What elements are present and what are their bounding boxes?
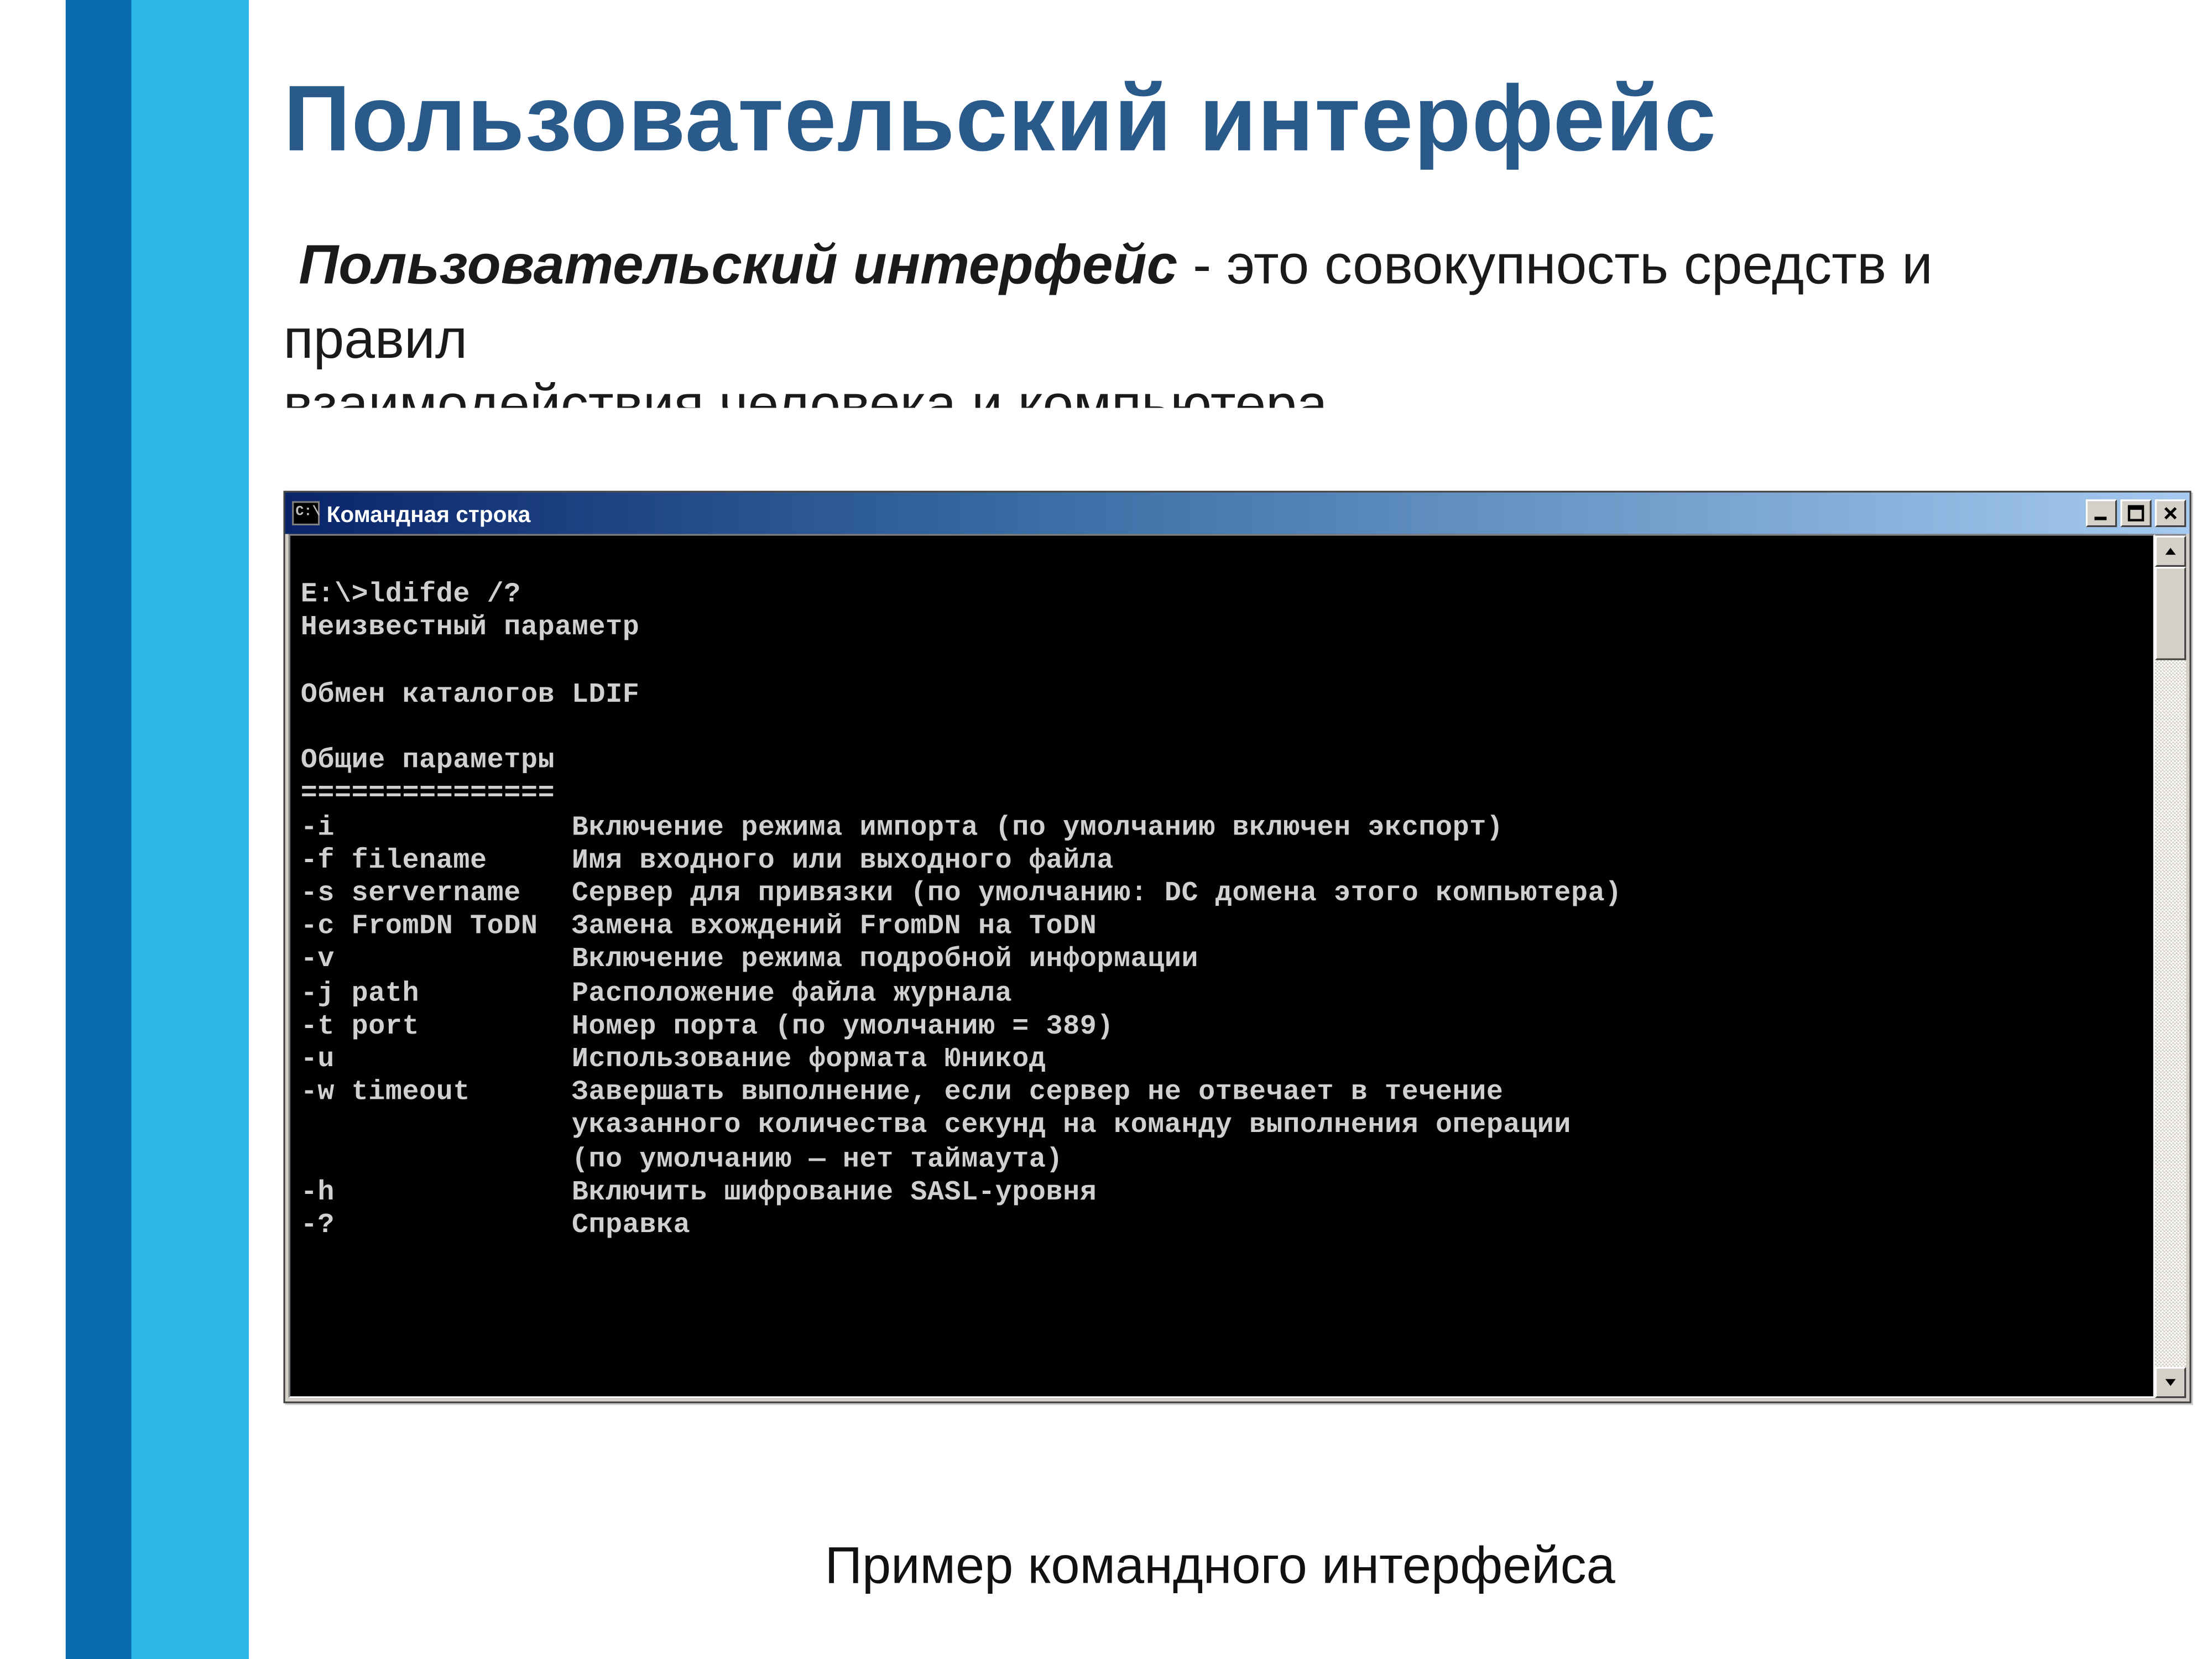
slide-content: Пользовательский интерфейс Пользовательс… [284, 0, 2157, 1659]
cmd-scrollbar[interactable] [2155, 534, 2186, 1399]
accent-bar-light [132, 0, 249, 1659]
chevron-down-icon [2164, 1376, 2178, 1390]
window-controls [2086, 499, 2186, 527]
definition-term: Пользовательский интерфейс [299, 233, 1177, 296]
maximize-button[interactable] [2120, 499, 2151, 527]
cmd-title-text: Командная строка [327, 500, 2086, 526]
cmd-client: E:\>ldifde /? Неизвестный параметр Обмен… [289, 534, 2186, 1399]
minimize-button[interactable] [2086, 499, 2117, 527]
maximize-icon [2127, 505, 2145, 522]
definition-cutoff: взаимодействия человека и компьютера [284, 377, 2088, 408]
cmd-output: E:\>ldifde /? Неизвестный параметр Обмен… [289, 534, 2155, 1399]
cmd-titlebar: C:\ Командная строка [285, 493, 2190, 534]
minimize-icon [2093, 505, 2110, 522]
scroll-down-button[interactable] [2155, 1367, 2186, 1398]
close-button[interactable] [2155, 499, 2186, 527]
chevron-up-icon [2164, 544, 2178, 558]
slide-title: Пользовательский интерфейс [284, 0, 2157, 215]
scroll-up-button[interactable] [2155, 536, 2186, 567]
close-icon [2162, 505, 2179, 522]
scroll-thumb[interactable] [2155, 567, 2186, 660]
slide-caption: Пример командного интерфейса [284, 1538, 2157, 1597]
cmd-window: C:\ Командная строка [284, 491, 2192, 1404]
definition-text: Пользовательский интерфейс - это совокуп… [284, 215, 2157, 409]
accent-bar-dark [66, 0, 132, 1659]
scroll-track [2155, 660, 2186, 1367]
cmd-title-icon: C:\ [292, 501, 320, 525]
